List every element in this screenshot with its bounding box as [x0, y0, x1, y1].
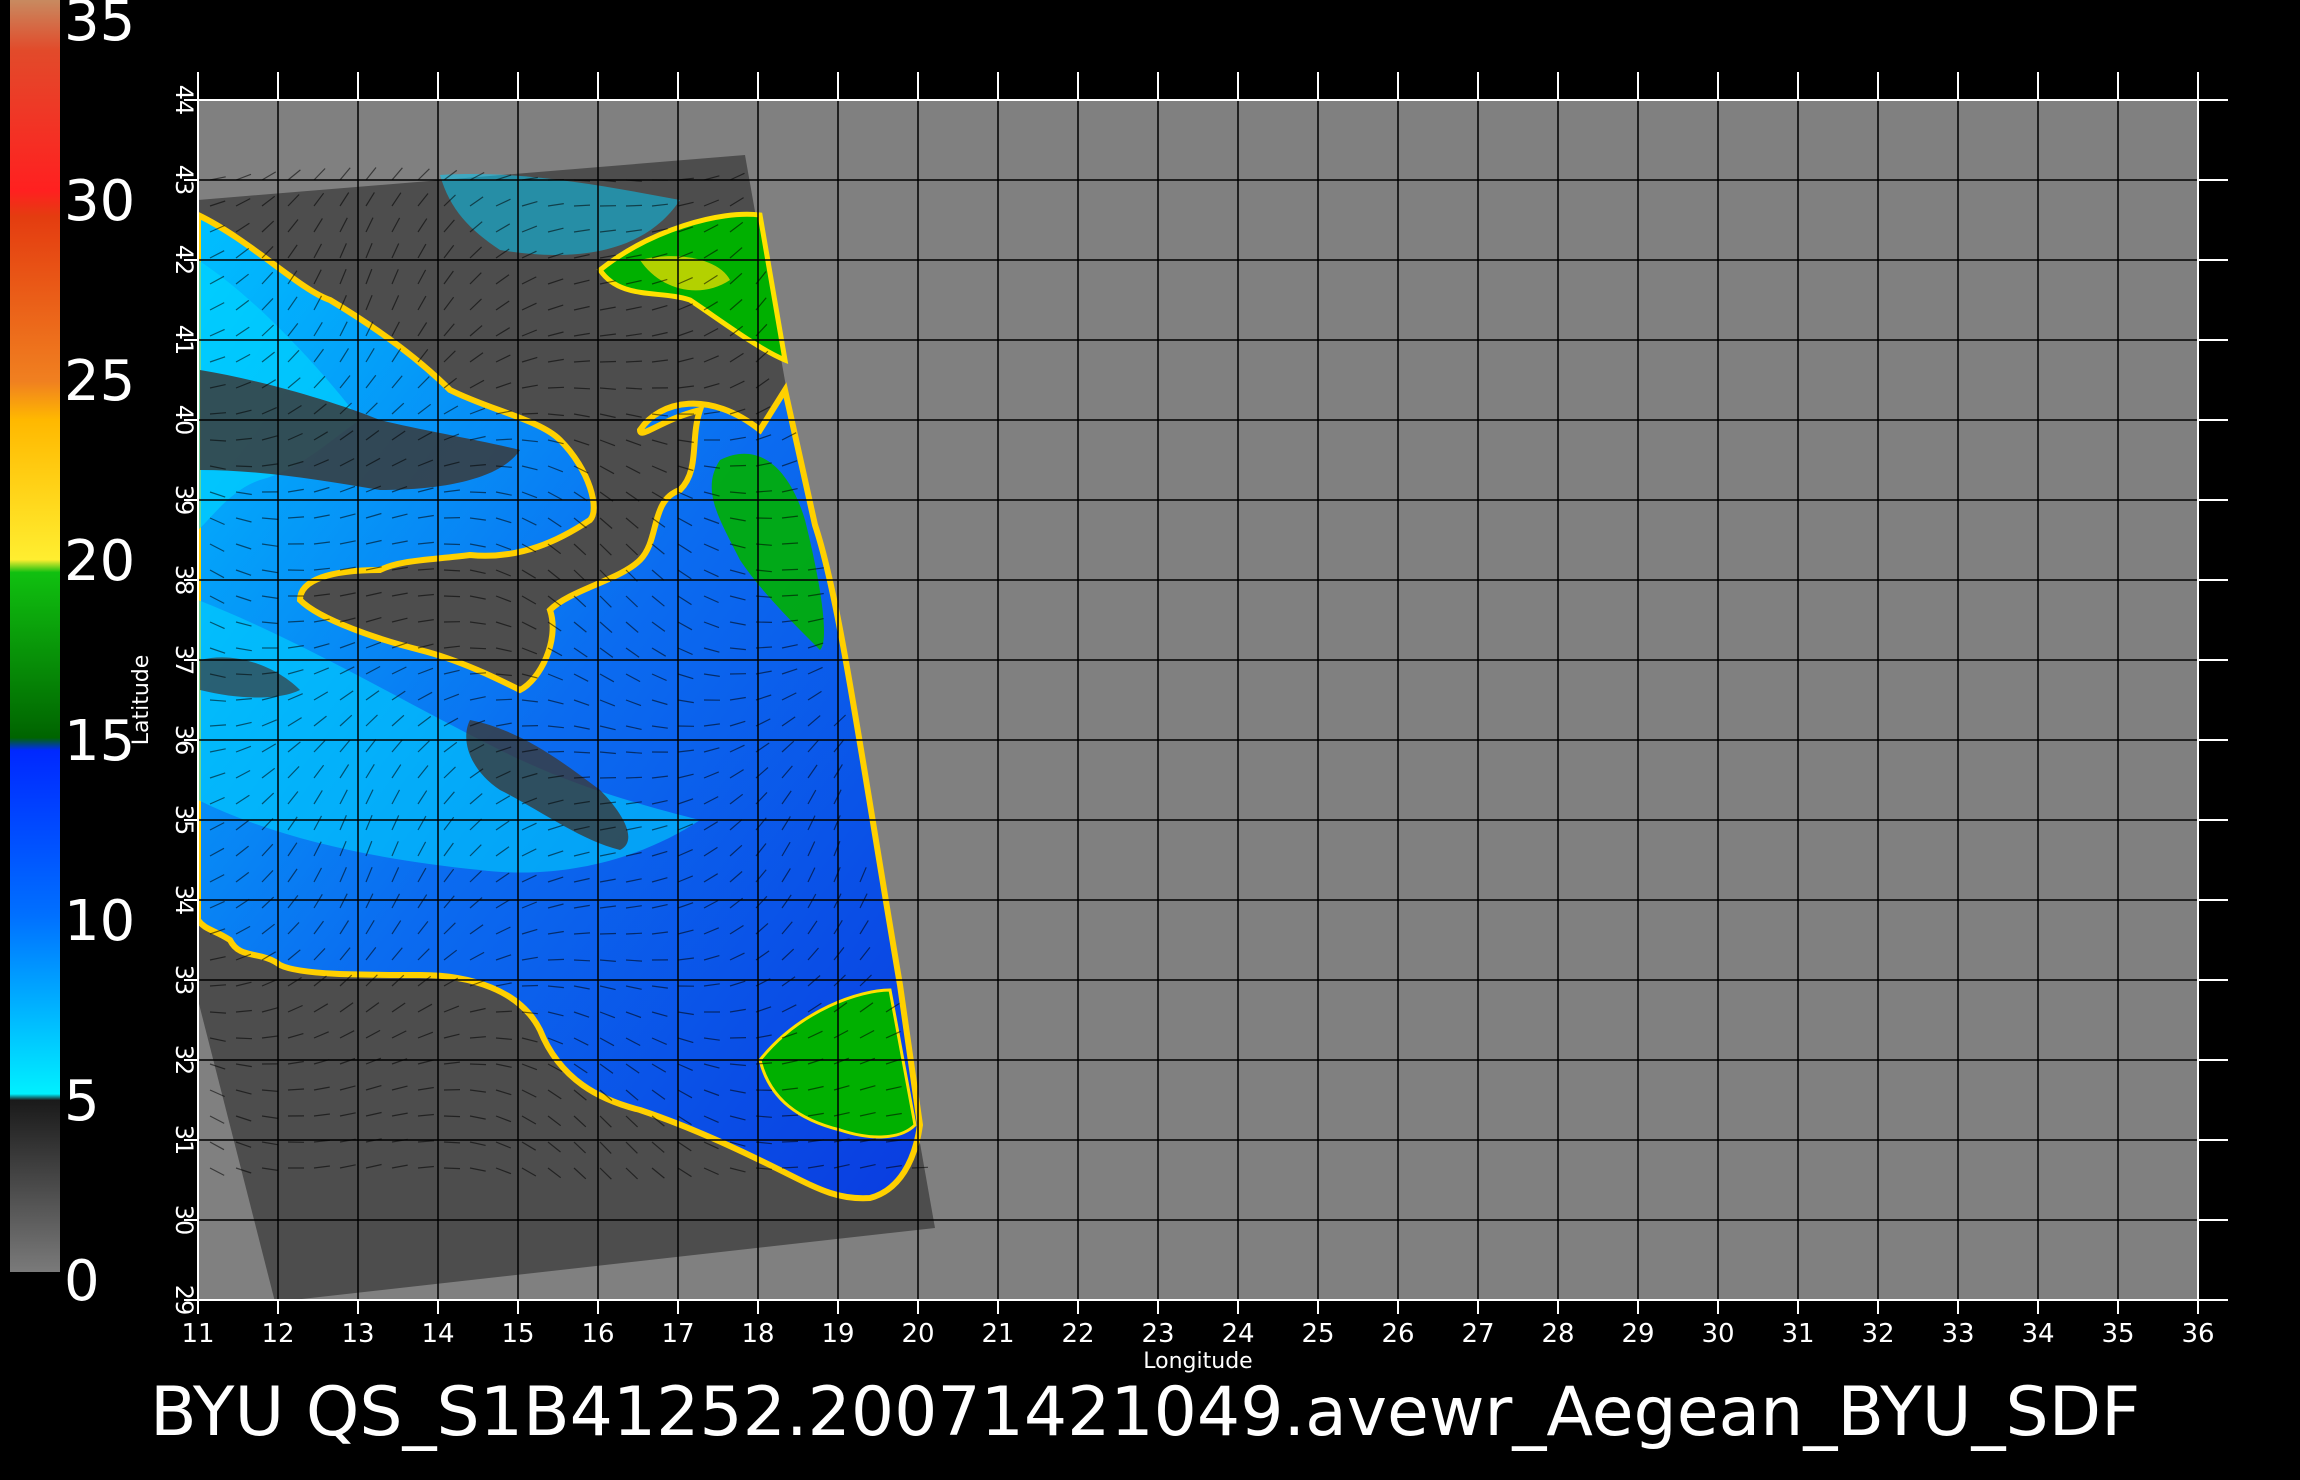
lon-tick-label: 22 [1061, 1319, 1094, 1349]
wind-vector [625, 932, 643, 935]
lat-tick-label: 35 [170, 805, 198, 836]
wind-vector [443, 1115, 461, 1118]
figure-title: BYU QS_S1B41252.20071421049.avewr_Aegean… [150, 1373, 2140, 1452]
wind-vector [443, 1167, 461, 1170]
wind-vector [469, 647, 487, 650]
lat-tick-label: 30 [170, 1205, 198, 1236]
wind-vector [573, 959, 591, 962]
colorbar-tick-label: 20 [64, 529, 135, 594]
wind-vector [781, 1140, 799, 1143]
colorbar-tick-label: 35 [64, 0, 135, 54]
lat-tick-label: 33 [170, 965, 198, 996]
lon-tick-label: 14 [421, 1319, 454, 1349]
lon-tick-label: 31 [1781, 1319, 1814, 1349]
lat-tick-label: 39 [170, 485, 198, 516]
lon-tick-label: 15 [501, 1319, 534, 1349]
colorbar-tick-label: 30 [64, 169, 135, 234]
lon-tick-label: 32 [1861, 1319, 1894, 1349]
wind-vector [547, 750, 565, 753]
scatterometer-map-figure: 35 30 25 20 15 10 5 0 11 12 13 14 15 16 17 18 1… [10, 0, 2228, 1452]
lon-tick-label: 20 [901, 1319, 934, 1349]
colorbar: 35 30 25 20 15 10 5 0 [10, 0, 135, 1314]
y-axis-label: Latitude [129, 655, 154, 746]
map-panel: 11 12 13 14 15 16 17 18 19 20 21 22 23 24 25 26 27 28 29 30… [129, 72, 2228, 1374]
wind-vector [235, 1037, 253, 1040]
wind-vector [911, 1166, 929, 1169]
lon-tick-label: 12 [261, 1319, 294, 1349]
colorbar-tick-label: 5 [64, 1069, 100, 1134]
lon-tick-label: 16 [581, 1319, 614, 1349]
lat-tick-label: 32 [170, 1045, 198, 1076]
wind-vector [469, 1063, 487, 1066]
wind-vector [521, 412, 539, 415]
colorbar-tick-label: 25 [64, 349, 135, 414]
lat-tick-label: 31 [170, 1125, 198, 1156]
colorbar-tick-label: 10 [64, 889, 135, 954]
lon-tick-label: 11 [181, 1319, 214, 1349]
wind-vector [547, 386, 565, 389]
lat-tick-label: 40 [170, 405, 198, 436]
lon-tick-label: 21 [981, 1319, 1014, 1349]
lat-tick-label: 36 [170, 725, 198, 756]
wind-vector [547, 958, 565, 961]
wind-vector [729, 464, 747, 467]
lon-tick-label: 18 [741, 1319, 774, 1349]
wind-vector [495, 698, 513, 701]
lon-tick-label: 23 [1141, 1319, 1174, 1349]
lat-tick-label: 43 [170, 165, 198, 196]
wind-vector [521, 984, 539, 987]
wind-vector [625, 204, 643, 207]
wind-vector [443, 543, 461, 546]
lat-tick-label: 42 [170, 245, 198, 276]
wind-vector [599, 360, 617, 363]
wind-vector [599, 932, 617, 935]
wind-vector [495, 1010, 513, 1013]
lon-tick-label: 33 [1941, 1319, 1974, 1349]
wind-vector [235, 465, 253, 468]
lat-tick-label: 34 [170, 885, 198, 916]
lon-tick-label: 30 [1701, 1319, 1734, 1349]
lon-tick-label: 25 [1301, 1319, 1334, 1349]
wind-vector [443, 595, 461, 598]
lon-tick-label: 26 [1381, 1319, 1414, 1349]
lon-tick-label: 34 [2021, 1319, 2054, 1349]
lon-tick-label: 19 [821, 1319, 854, 1349]
wind-vector [625, 776, 643, 779]
lon-tick-label: 24 [1221, 1319, 1254, 1349]
lon-tick-label: 28 [1541, 1319, 1574, 1349]
lon-tick-label: 29 [1621, 1319, 1654, 1349]
wind-vector [781, 568, 799, 571]
lat-tick-label: 29 [170, 1285, 198, 1316]
wind-vector [235, 673, 253, 676]
lon-tick-label: 35 [2101, 1319, 2134, 1349]
lon-tick-label: 36 [2181, 1319, 2214, 1349]
lat-tick-label: 37 [170, 645, 198, 676]
colorbar-tick-label: 0 [64, 1249, 100, 1314]
lon-tick-label: 17 [661, 1319, 694, 1349]
lon-tick-label: 13 [341, 1319, 374, 1349]
colorbar-ramp [10, 0, 60, 1272]
lat-tick-label: 41 [170, 325, 198, 356]
wind-vector [573, 387, 591, 390]
colorbar-tick-label: 15 [64, 709, 135, 774]
lon-tick-label: 27 [1461, 1319, 1494, 1349]
lat-tick-label: 38 [170, 565, 198, 596]
wind-vector [469, 491, 487, 494]
lat-tick-label: 44 [170, 85, 198, 116]
x-axis-label: Longitude [1143, 1349, 1252, 1374]
